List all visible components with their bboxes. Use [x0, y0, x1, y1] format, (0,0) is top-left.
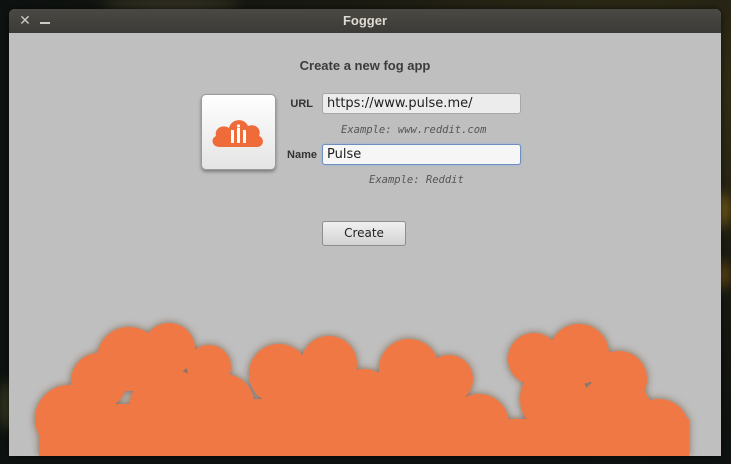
- url-input[interactable]: [322, 93, 521, 114]
- window-title: Fogger: [342, 13, 388, 28]
- decorative-clouds: [35, 323, 689, 456]
- create-button[interactable]: Create: [322, 221, 406, 246]
- url-example-hint: Example: www.reddit.com: [341, 124, 487, 136]
- name-input[interactable]: [322, 144, 521, 165]
- title-bar: ✕ Fogger: [9, 9, 721, 33]
- fogger-window: ✕ Fogger Create a new fog app URL Exampl…: [9, 9, 721, 456]
- url-label: URL: [290, 98, 313, 110]
- name-label: Name: [287, 149, 317, 161]
- form-heading: Create a new fog app: [299, 58, 431, 73]
- name-example-hint: Example: Reddit: [369, 174, 464, 186]
